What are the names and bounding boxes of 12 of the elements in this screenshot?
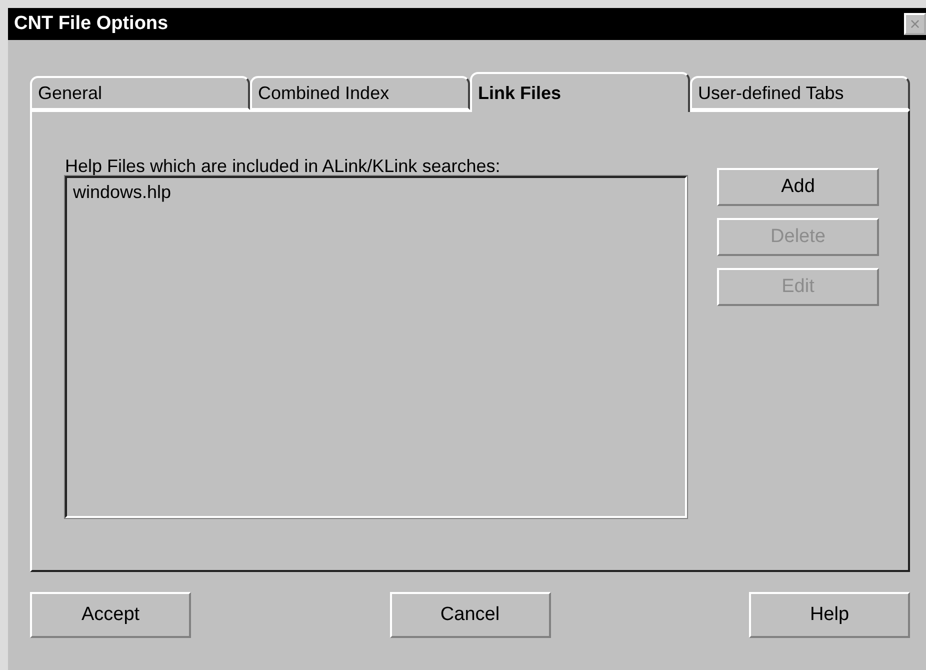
tab[interactable]: Link Files: [470, 72, 690, 112]
action-button[interactable]: Add: [717, 168, 879, 206]
list-item[interactable]: windows.hlp: [71, 182, 174, 203]
help-files-list[interactable]: windows.hlp: [65, 176, 687, 518]
dialog-button[interactable]: Accept: [30, 592, 191, 638]
dialog-button[interactable]: Help: [749, 592, 910, 638]
tab[interactable]: User-defined Tabs: [690, 76, 910, 110]
tab[interactable]: General: [30, 76, 250, 110]
list-label: Help Files which are included in ALink/KLink searches:: [65, 156, 502, 176]
tab[interactable]: Combined Index: [250, 76, 470, 110]
dialog-button[interactable]: Cancel: [390, 592, 550, 638]
window-title: CNT File Options: [14, 13, 168, 35]
